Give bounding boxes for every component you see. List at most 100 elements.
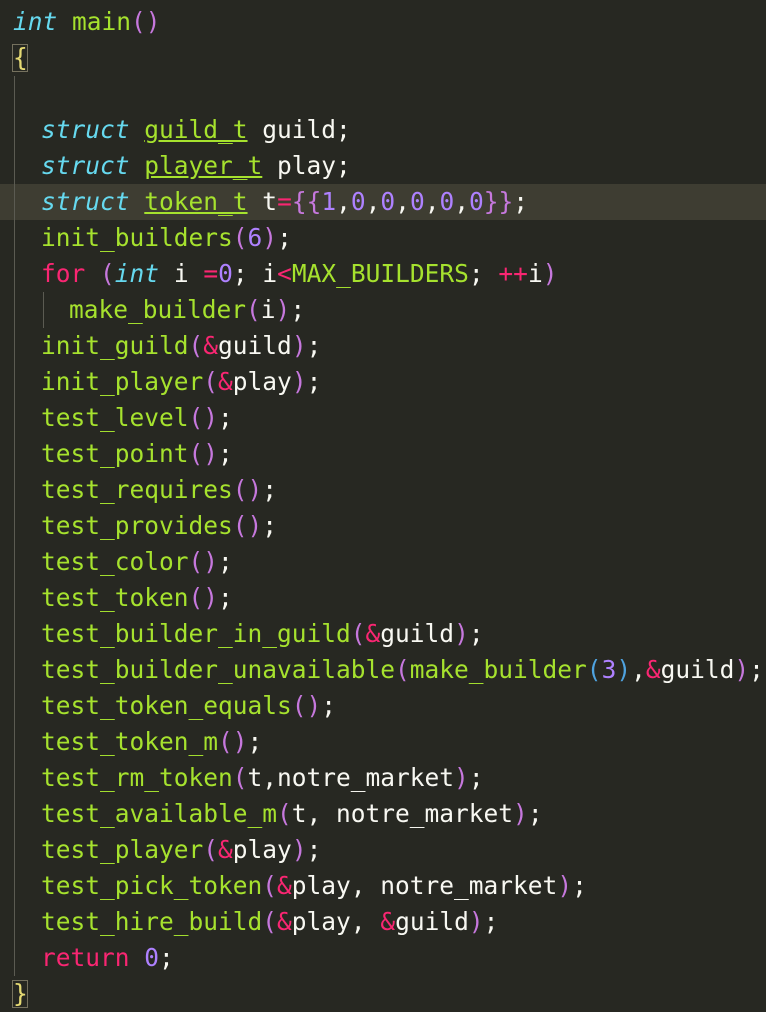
code-token: return: [41, 943, 130, 972]
code-token: ;: [159, 943, 174, 972]
code-token: play,: [291, 907, 381, 936]
code-token: t, notre_market: [291, 799, 514, 828]
code-token: guild: [660, 655, 735, 684]
code-line[interactable]: test_provides();: [0, 508, 766, 544]
code-token: ;: [306, 835, 322, 864]
code-token: ;: [513, 187, 529, 216]
code-token: (: [277, 799, 292, 828]
code-line[interactable]: struct token_t t={{1,0,0,0,0,0}};: [0, 184, 766, 220]
code-token: struct: [41, 115, 130, 144]
code-token: test_token_equals: [41, 691, 292, 720]
code-token: ;: [468, 619, 484, 648]
code-token: ;: [306, 367, 322, 396]
code-token: (): [232, 475, 263, 504]
code-line[interactable]: test_pick_token(&play, notre_market);: [0, 868, 766, 904]
code-token: (: [350, 619, 366, 648]
code-line[interactable]: test_rm_token(t,notre_market);: [0, 760, 766, 796]
code-text: init_builders(6);: [41, 220, 292, 256]
code-token: (): [188, 547, 219, 576]
code-line[interactable]: make_builder(i);: [0, 292, 766, 328]
code-editor[interactable]: int main(){struct guild_t guild; struct p…: [0, 0, 766, 1008]
code-token: guild;: [247, 115, 351, 144]
code-line[interactable]: test_token();: [0, 580, 766, 616]
code-text: make_builder(i);: [69, 292, 305, 328]
code-token: ): [468, 907, 484, 936]
code-token: ): [454, 763, 469, 792]
code-token: (): [131, 7, 161, 36]
code-token: (): [188, 403, 219, 432]
code-line[interactable]: test_level();: [0, 400, 766, 436]
code-text: test_token_equals();: [41, 688, 336, 724]
code-token: ): [291, 331, 307, 360]
code-text: test_provides();: [41, 508, 277, 544]
code-token: ,: [365, 187, 381, 216]
code-token: (): [218, 727, 248, 756]
code-line[interactable]: test_available_m(t, notre_market);: [0, 796, 766, 832]
code-token: guild_t: [144, 115, 248, 144]
code-line[interactable]: for (int i =0; i<MAX_BUILDERS; ++i): [0, 256, 766, 292]
code-token: &: [203, 331, 219, 360]
code-token: test_available_m: [41, 799, 278, 828]
code-token: test_token: [41, 583, 189, 612]
code-text: init_guild(&guild);: [41, 328, 321, 364]
code-token: <: [277, 259, 292, 288]
code-token: i: [159, 259, 204, 288]
code-token: ;: [527, 799, 543, 828]
code-line[interactable]: struct player_t play;: [0, 148, 766, 184]
code-line[interactable]: test_color();: [0, 544, 766, 580]
code-text: test_level();: [41, 400, 233, 436]
code-line[interactable]: test_token_m();: [0, 724, 766, 760]
code-line[interactable]: }: [0, 976, 766, 1012]
code-line[interactable]: test_builder_in_guild(&guild);: [0, 616, 766, 652]
code-token: ): [454, 619, 469, 648]
code-token: ;: [218, 439, 233, 468]
code-token: test_color: [41, 547, 189, 576]
code-token: &: [218, 367, 233, 396]
code-token: test_builder_in_guild: [41, 619, 351, 648]
code-line[interactable]: test_hire_build(&play, &guild);: [0, 904, 766, 940]
code-text: test_builder_unavailable(make_builder(3)…: [41, 652, 764, 688]
code-token: for: [41, 259, 86, 288]
code-token: ): [513, 799, 528, 828]
code-text: return 0;: [41, 940, 174, 976]
code-line[interactable]: int main(): [0, 4, 766, 40]
code-line[interactable]: init_builders(6);: [0, 220, 766, 256]
code-token: test_provides: [41, 511, 233, 540]
code-token: ;: [277, 223, 292, 252]
code-token: (: [246, 295, 261, 324]
code-line[interactable]: return 0;: [0, 940, 766, 976]
code-token: test_point: [41, 439, 189, 468]
code-token: ;: [262, 475, 278, 504]
code-line[interactable]: test_player(&play);: [0, 832, 766, 868]
code-token: 0: [350, 187, 366, 216]
code-token: =: [203, 259, 219, 288]
code-line[interactable]: init_player(&play);: [0, 364, 766, 400]
code-line[interactable]: test_requires();: [0, 472, 766, 508]
code-line[interactable]: test_point();: [0, 436, 766, 472]
code-token: (: [188, 331, 204, 360]
code-token: ): [734, 655, 750, 684]
code-line[interactable]: init_guild(&guild);: [0, 328, 766, 364]
code-token: (: [586, 655, 602, 684]
code-line[interactable]: {: [0, 40, 766, 76]
code-line[interactable]: struct guild_t guild;: [0, 112, 766, 148]
code-token: ,: [424, 187, 440, 216]
code-line[interactable]: [0, 76, 766, 112]
code-token: ): [557, 871, 573, 900]
code-token: make_builder: [69, 295, 247, 324]
code-token: =: [277, 187, 292, 216]
code-token: ;: [321, 691, 337, 720]
code-token: test_requires: [41, 475, 233, 504]
code-token: &: [218, 835, 233, 864]
code-token: ;: [247, 727, 263, 756]
code-token: (): [188, 439, 219, 468]
code-token: init_player: [41, 367, 204, 396]
code-token: i: [260, 295, 276, 324]
code-token: (: [232, 223, 248, 252]
code-token: ,: [395, 187, 410, 216]
code-token: 0: [469, 187, 484, 216]
code-line[interactable]: test_builder_unavailable(make_builder(3)…: [0, 652, 766, 688]
code-token: ;: [572, 871, 587, 900]
code-line[interactable]: test_token_equals();: [0, 688, 766, 724]
